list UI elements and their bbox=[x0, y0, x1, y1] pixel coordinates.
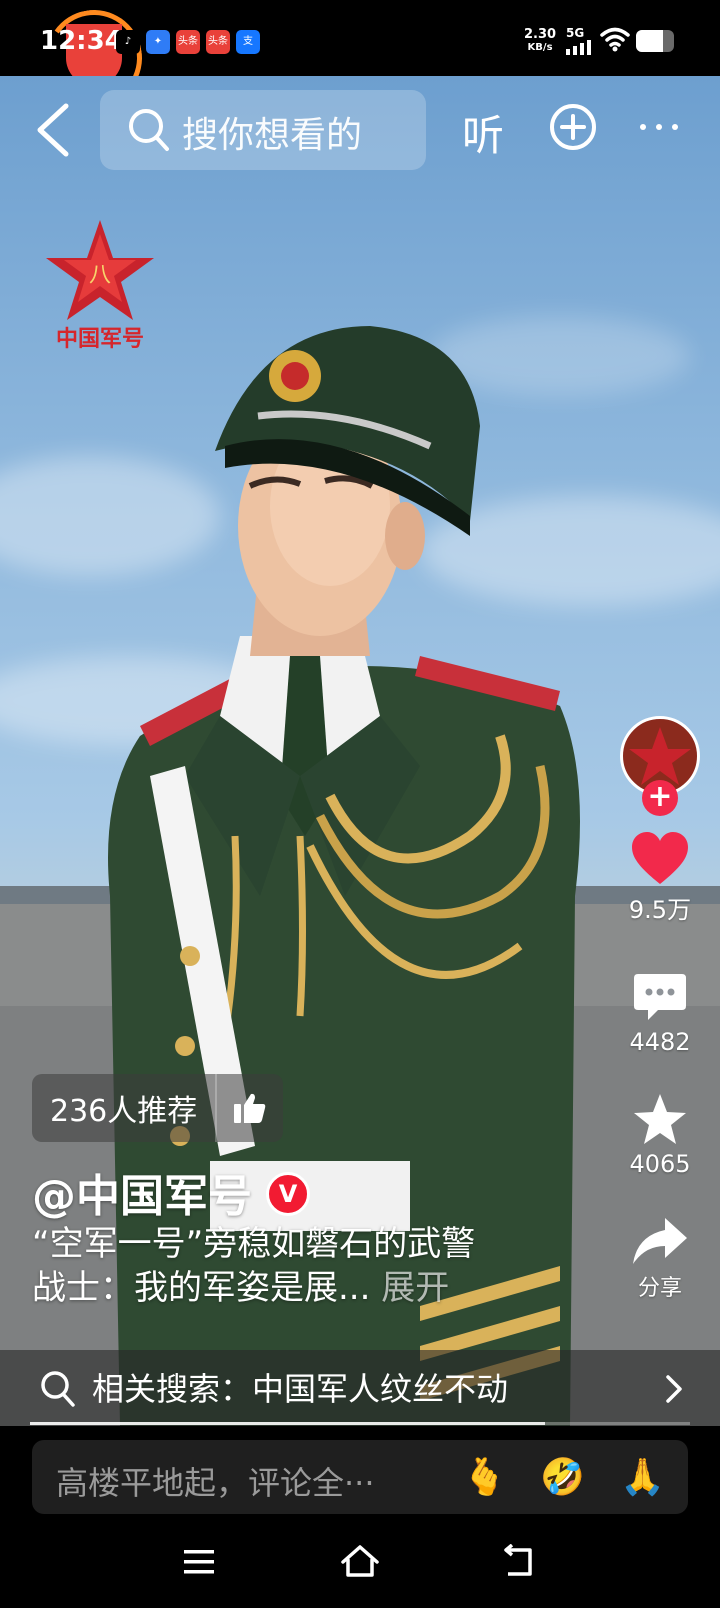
like-count: 9.5万 bbox=[628, 896, 692, 924]
follow-button[interactable]: + bbox=[642, 780, 678, 816]
emoji-pray[interactable]: 🙏 bbox=[620, 1456, 665, 1498]
listen-button[interactable]: 听 bbox=[462, 102, 504, 163]
video-progress-bar[interactable] bbox=[30, 1422, 690, 1425]
network-speed-value: 2.30 bbox=[524, 27, 557, 42]
toutiao-icon: 头条 bbox=[176, 30, 200, 54]
search-placeholder[interactable]: 搜你想看的 bbox=[182, 106, 362, 158]
network-speed-unit: KB/s bbox=[527, 42, 553, 53]
emoji-finger-heart[interactable]: 🫰 bbox=[462, 1456, 507, 1498]
alipay-icon: 支 bbox=[236, 30, 260, 54]
watermark-emblem-glyph: 八 bbox=[89, 263, 111, 288]
thumbs-up-icon bbox=[234, 1093, 266, 1123]
wifi-icon bbox=[600, 27, 630, 52]
recommend-thumb-button[interactable] bbox=[215, 1074, 283, 1142]
feather-icon: ✦ bbox=[146, 30, 170, 54]
share-button[interactable]: 分享 bbox=[610, 1216, 710, 1302]
comment-placeholder[interactable]: 高楼平地起，评论全··· bbox=[56, 1458, 375, 1504]
back-icon[interactable] bbox=[30, 100, 80, 160]
emoji-laugh[interactable]: 🤣 bbox=[540, 1456, 585, 1498]
related-search-text[interactable]: 相关搜索：中国军人纹丝不动 bbox=[92, 1364, 508, 1410]
caption-line-2: 战士：我的军姿是展... bbox=[32, 1268, 371, 1308]
channel-watermark: 八 中国军号 bbox=[46, 220, 154, 352]
favorite-button[interactable]: 4065 bbox=[610, 1092, 710, 1178]
toutiao-icon-2: 头条 bbox=[206, 30, 230, 54]
network-speed: 2.30 KB/s bbox=[524, 28, 556, 54]
home-icon[interactable] bbox=[340, 1544, 380, 1578]
video-caption[interactable]: “空军一号”旁稳如磐石的武警 战士：我的军姿是展... 展开 bbox=[32, 1222, 592, 1310]
video-progress-fill bbox=[30, 1422, 545, 1425]
author-name[interactable]: @中国军号 bbox=[32, 1160, 252, 1224]
signal-icon bbox=[566, 40, 591, 55]
recommend-pill[interactable]: 236人推荐 bbox=[32, 1074, 284, 1142]
add-icon[interactable] bbox=[550, 104, 596, 150]
search-icon bbox=[129, 109, 169, 151]
battery-icon bbox=[636, 30, 674, 52]
share-label: 分享 bbox=[637, 1276, 682, 1301]
tiktok-icon: ♪ bbox=[116, 30, 140, 54]
back-nav-icon[interactable] bbox=[502, 1544, 536, 1578]
system-nav-bar bbox=[0, 1518, 720, 1608]
chevron-right-icon[interactable] bbox=[664, 1374, 684, 1404]
watermark-text: 中国军号 bbox=[56, 327, 144, 352]
battery-level bbox=[636, 30, 663, 52]
status-time: 12:34 bbox=[40, 26, 123, 56]
menu-icon[interactable] bbox=[182, 1548, 216, 1576]
comment-button[interactable]: 4482 bbox=[610, 972, 710, 1056]
favorite-count: 4065 bbox=[629, 1150, 691, 1178]
heart-icon bbox=[632, 832, 688, 884]
verified-badge-icon: V bbox=[266, 1172, 310, 1216]
comment-count: 4482 bbox=[629, 1028, 691, 1056]
caption-line-1: “空军一号”旁稳如磐石的武警 bbox=[32, 1224, 476, 1264]
recommend-count: 236人推荐 bbox=[50, 1094, 198, 1129]
related-search-icon bbox=[41, 1371, 75, 1407]
like-button[interactable]: 9.5万 bbox=[610, 832, 710, 925]
expand-link[interactable]: 展开 bbox=[381, 1268, 449, 1308]
star-icon bbox=[634, 1094, 686, 1144]
network-type: 5G bbox=[566, 26, 585, 40]
status-bar: 12:34 ♪ ✦ 头条 头条支 2.30 KB/s 5G bbox=[0, 0, 720, 114]
comment-icon bbox=[634, 974, 686, 1020]
share-icon bbox=[633, 1218, 687, 1264]
more-icon[interactable] bbox=[640, 124, 678, 130]
